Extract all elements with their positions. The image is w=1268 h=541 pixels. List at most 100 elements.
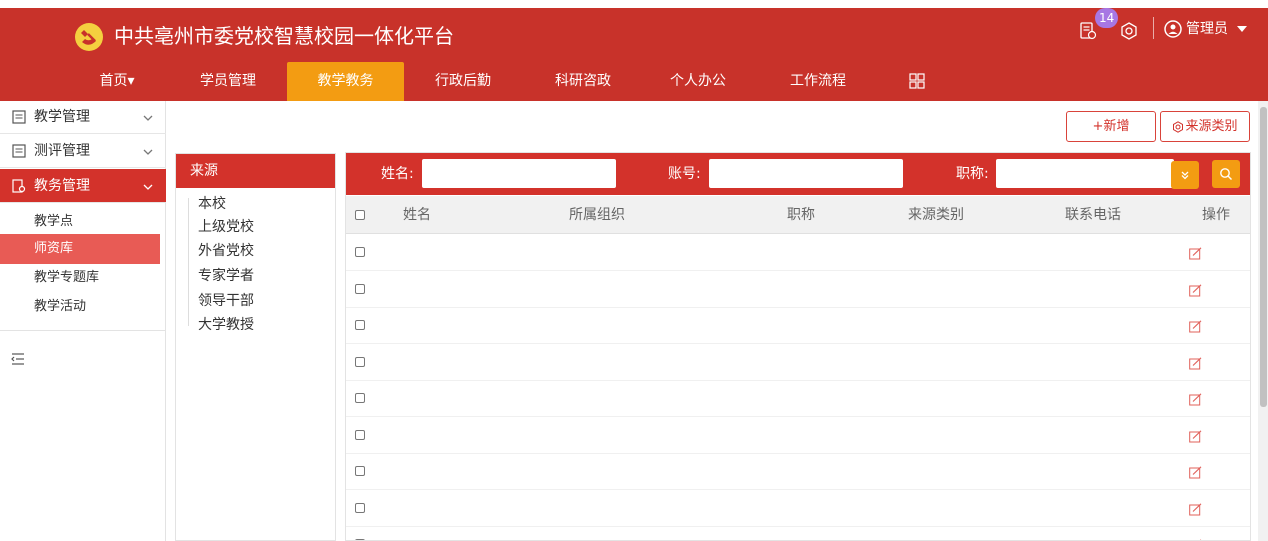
notification-badge: 14 <box>1095 8 1119 28</box>
sidebar-item-label: 教学点 <box>34 214 74 229</box>
settings-icon[interactable] <box>1120 22 1138 40</box>
col-name: 姓名 <box>403 207 431 223</box>
collapse-menu-icon[interactable] <box>11 352 25 366</box>
table-row <box>346 418 1250 454</box>
main-nav: 首页▾ 学员管理 教学教务 行政后勤 科研咨政 个人办公 工作流程 <box>0 62 1268 101</box>
sidebar-item-label: 师资库 <box>34 241 74 256</box>
col-actions: 操作 <box>1202 207 1230 223</box>
sidebar-item-topic-library[interactable]: 教学专题库 <box>0 263 160 293</box>
sidebar-group-label: 测评管理 <box>34 143 90 159</box>
tree-item-this-school[interactable]: 本校 <box>198 192 226 216</box>
table-row <box>346 308 1250 344</box>
title-filter-input[interactable] <box>996 159 1174 188</box>
user-label: 管理员 <box>1186 21 1228 37</box>
row-checkbox[interactable] <box>355 356 365 367</box>
table-row <box>346 272 1250 308</box>
search-button[interactable] <box>1212 160 1240 188</box>
col-organization: 所属组织 <box>569 207 625 223</box>
user-menu[interactable]: 管理员 <box>1164 18 1248 40</box>
grid-icon[interactable] <box>909 73 925 89</box>
nav-teaching-affairs[interactable]: 教学教务 <box>287 62 404 101</box>
sidebar-group-teaching-management[interactable]: 教学管理 <box>0 101 166 134</box>
chevron-down-icon <box>143 149 153 155</box>
sidebar: 教学管理 测评管理 教务管理 教学点 师资库 教学专题库 教学活动 <box>0 101 166 541</box>
col-title: 职称 <box>787 207 815 223</box>
sidebar-item-teaching-activity[interactable]: 教学活动 <box>0 292 160 322</box>
account-filter-input[interactable] <box>709 159 903 188</box>
chevron-down-icon <box>143 115 153 121</box>
select-all-checkbox[interactable] <box>355 210 365 220</box>
tree-item-professors[interactable]: 大学教授 <box>198 313 254 337</box>
tree-item-experts[interactable]: 专家学者 <box>198 264 254 288</box>
col-source-type: 来源类别 <box>908 207 964 223</box>
notice-icon[interactable] <box>1079 22 1097 40</box>
list-icon <box>12 110 26 124</box>
header-divider <box>1153 17 1154 39</box>
col-phone: 联系电话 <box>1065 207 1121 223</box>
sidebar-item-label: 教学活动 <box>34 299 87 314</box>
row-checkbox[interactable] <box>355 283 365 294</box>
nav-home[interactable]: 首页▾ <box>82 62 152 101</box>
nav-personal-office[interactable]: 个人办公 <box>663 62 733 101</box>
name-filter-input[interactable] <box>422 159 616 188</box>
expand-filter-button[interactable] <box>1171 161 1199 189</box>
table-row <box>346 527 1250 540</box>
nav-research[interactable]: 科研咨政 <box>545 62 621 101</box>
page-scrollbar-thumb[interactable] <box>1260 107 1267 407</box>
name-filter-label: 姓名: <box>381 166 414 182</box>
app-title: 中共亳州市委党校智慧校园一体化平台 <box>114 24 454 48</box>
tree-item-leaders[interactable]: 领导干部 <box>198 289 254 313</box>
edit-icon[interactable] <box>1189 247 1202 260</box>
top-band <box>0 0 1268 8</box>
edit-icon[interactable] <box>1189 466 1202 479</box>
table-row <box>346 345 1250 381</box>
list-icon <box>12 144 26 158</box>
filter-bar: 姓名: 账号: 职称: <box>346 153 1250 195</box>
table-row <box>346 381 1250 417</box>
edit-icon[interactable] <box>1189 320 1202 333</box>
row-checkbox[interactable] <box>355 393 365 403</box>
table-row <box>346 454 1250 490</box>
row-checkbox[interactable] <box>355 320 365 330</box>
edit-icon[interactable] <box>1189 356 1202 370</box>
sidebar-group-label: 教务管理 <box>34 178 90 194</box>
source-tree-title: 来源 <box>176 154 335 188</box>
sidebar-item-teaching-point[interactable]: 教学点 <box>0 207 160 237</box>
gear-icon <box>1173 120 1184 133</box>
nav-admin-logistics[interactable]: 行政后勤 <box>428 62 498 101</box>
edit-icon[interactable] <box>1189 393 1202 406</box>
source-type-label: 来源类别 <box>1185 119 1238 134</box>
tree-item-superior-party-school[interactable]: 上级党校 <box>198 215 254 239</box>
sidebar-group-label: 教学管理 <box>34 109 90 125</box>
edit-icon[interactable] <box>1189 283 1202 297</box>
row-checkbox[interactable] <box>355 502 365 513</box>
table-header: 姓名 所属组织 职称 来源类别 联系电话 操作 <box>346 196 1250 234</box>
row-checkbox[interactable] <box>355 429 365 440</box>
tree-item-other-province-school[interactable]: 外省党校 <box>198 239 254 263</box>
sidebar-group-academic-affairs[interactable]: 教务管理 <box>0 169 166 203</box>
table-row <box>346 235 1250 271</box>
table-row <box>346 491 1250 527</box>
teacher-table-panel: 姓名: 账号: 职称: 姓名 所属组织 职称 来源类别 联系电话 操作 <box>345 152 1251 541</box>
sidebar-group-evaluation-management[interactable]: 测评管理 <box>0 135 166 168</box>
double-chevron-down-icon <box>1181 171 1189 180</box>
tree-guide-line <box>188 198 189 326</box>
account-filter-label: 账号: <box>668 166 701 182</box>
search-doc-icon <box>12 179 26 193</box>
sidebar-item-label: 教学专题库 <box>34 270 100 285</box>
sidebar-item-teacher-library[interactable]: 师资库 <box>0 234 160 264</box>
row-checkbox[interactable] <box>355 466 365 476</box>
chevron-down-icon <box>143 184 153 190</box>
search-icon <box>1220 168 1232 180</box>
title-filter-label: 职称: <box>956 166 989 182</box>
source-tree-panel: 来源 本校 上级党校 外省党校 专家学者 领导干部 大学教授 <box>175 153 336 541</box>
add-button[interactable]: +新增 <box>1066 111 1156 142</box>
row-checkbox[interactable] <box>355 247 365 257</box>
caret-down-icon <box>1237 26 1247 32</box>
source-type-button[interactable]: 来源类别 <box>1160 111 1250 142</box>
nav-workflow[interactable]: 工作流程 <box>783 62 853 101</box>
edit-icon[interactable] <box>1189 429 1202 443</box>
user-circle-icon <box>1164 20 1182 38</box>
nav-student-management[interactable]: 学员管理 <box>193 62 263 101</box>
edit-icon[interactable] <box>1189 502 1202 516</box>
